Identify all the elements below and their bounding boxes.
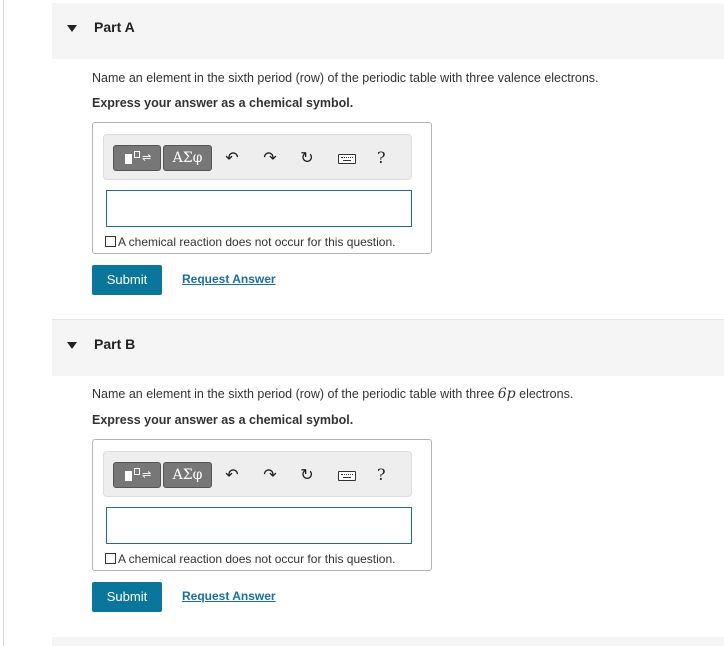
redo-icon[interactable]: ↷: [261, 466, 279, 484]
collapse-caret-icon[interactable]: [67, 342, 77, 349]
next-part-header: [52, 637, 724, 646]
part-a-title: Part A: [94, 19, 135, 35]
templates-button[interactable]: ⇌: [113, 462, 161, 488]
part-a-no-reaction[interactable]: A chemical reaction does not occur for t…: [105, 235, 395, 249]
no-reaction-label: A chemical reaction does not occur for t…: [118, 235, 396, 249]
reset-icon[interactable]: ↻: [298, 149, 316, 167]
no-reaction-checkbox[interactable]: [105, 553, 116, 564]
part-b-answer-box: ⇌ ΑΣφ ↶ ↷ ↻ ? A chemical reaction does n…: [92, 439, 432, 571]
part-a-answer-box: ⇌ ΑΣφ ↶ ↷ ↻ ? A chemical reaction does n…: [92, 122, 432, 254]
part-b-title: Part B: [94, 336, 136, 352]
part-b-instruction: Express your answer as a chemical symbol…: [92, 413, 354, 427]
part-b-answer-input[interactable]: [106, 507, 412, 544]
page-left-border: [3, 0, 4, 646]
no-reaction-label: A chemical reaction does not occur for t…: [118, 552, 396, 566]
part-a-submit-button[interactable]: Submit: [92, 265, 162, 295]
part-b-question: Name an element in the sixth period (row…: [92, 386, 574, 402]
no-reaction-checkbox[interactable]: [105, 236, 116, 247]
part-b-request-answer-link[interactable]: Request Answer: [182, 589, 276, 603]
part-a-answer-input[interactable]: [106, 190, 412, 227]
part-a-question: Name an element in the sixth period (row…: [92, 71, 599, 85]
part-b-header[interactable]: Part B: [52, 320, 724, 376]
keyboard-icon[interactable]: [338, 471, 356, 481]
math-toolbar: ⇌ ΑΣφ ↶ ↷ ↻ ?: [103, 451, 412, 497]
part-a-request-answer-link[interactable]: Request Answer: [182, 272, 276, 286]
collapse-caret-icon[interactable]: [67, 25, 77, 32]
greek-symbols-button[interactable]: ΑΣφ: [163, 145, 212, 171]
help-icon[interactable]: ?: [377, 148, 386, 167]
part-b-no-reaction[interactable]: A chemical reaction does not occur for t…: [105, 552, 395, 566]
part-a-header[interactable]: Part A: [52, 3, 724, 59]
redo-icon[interactable]: ↷: [261, 149, 279, 167]
undo-icon[interactable]: ↶: [223, 466, 241, 484]
undo-icon[interactable]: ↶: [223, 149, 241, 167]
templates-button[interactable]: ⇌: [113, 145, 161, 171]
reset-icon[interactable]: ↻: [298, 466, 316, 484]
part-b-submit-button[interactable]: Submit: [92, 582, 162, 612]
greek-symbols-button[interactable]: ΑΣφ: [163, 462, 212, 488]
part-a-instruction: Express your answer as a chemical symbol…: [92, 96, 354, 110]
keyboard-icon[interactable]: [338, 154, 356, 164]
help-icon[interactable]: ?: [377, 465, 386, 484]
math-toolbar: ⇌ ΑΣφ ↶ ↷ ↻ ?: [103, 134, 412, 180]
